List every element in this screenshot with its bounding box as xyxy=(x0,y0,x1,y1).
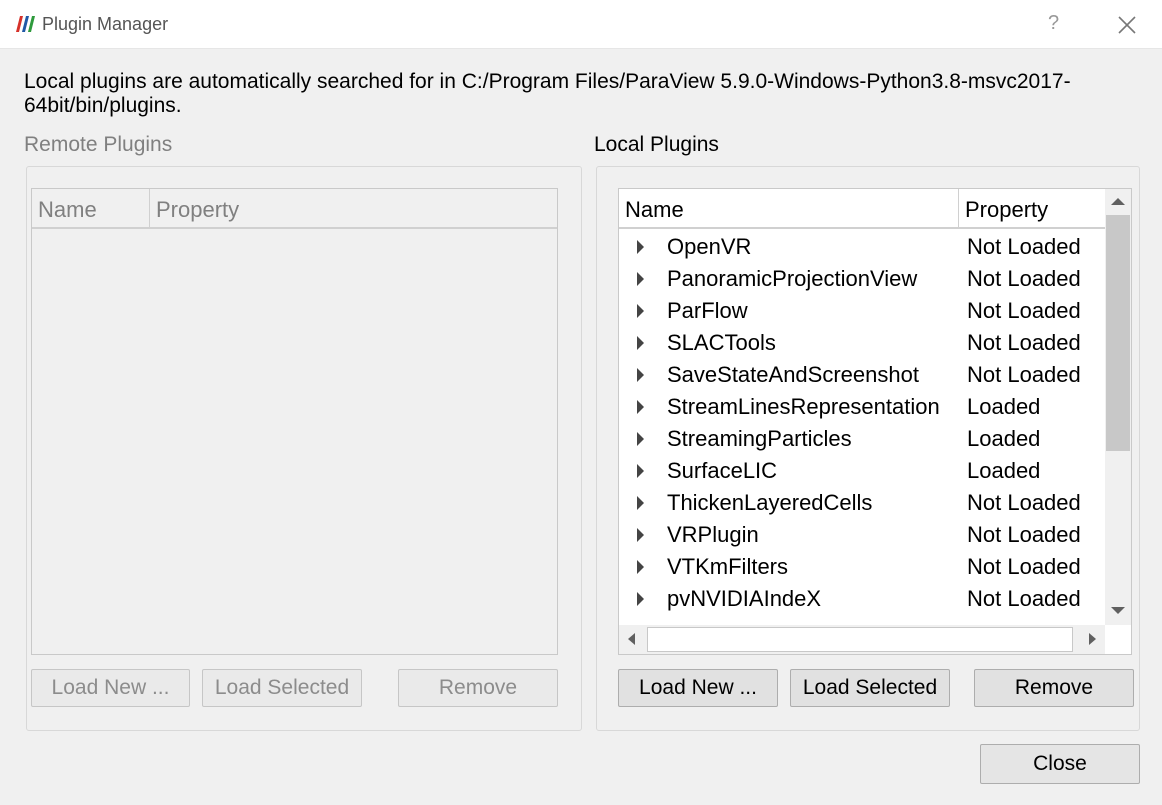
plugin-name: ThickenLayeredCells xyxy=(667,490,873,515)
remote-load-selected-button[interactable]: Load Selected xyxy=(202,669,362,707)
local-remove-button[interactable]: Remove xyxy=(974,669,1134,707)
expand-arrow-icon[interactable] xyxy=(637,304,644,318)
local-column-name[interactable]: Name xyxy=(619,189,958,227)
table-row[interactable]: StreamingParticles Loaded xyxy=(619,423,1105,455)
expand-arrow-icon[interactable] xyxy=(637,400,644,414)
table-row[interactable]: StreamLinesRepresentation Loaded xyxy=(619,391,1105,423)
local-plugins-tree[interactable]: Name Property OpenVR Not Loaded PanoramicP… xyxy=(618,188,1132,655)
remote-tree-header: Name Property xyxy=(32,189,557,229)
remote-column-property[interactable]: Property xyxy=(150,189,550,227)
expand-arrow-icon[interactable] xyxy=(637,240,644,254)
table-row[interactable]: ParFlow Not Loaded xyxy=(619,295,1105,327)
expand-arrow-icon[interactable] xyxy=(637,432,644,446)
window-title: Plugin Manager xyxy=(42,14,169,34)
remote-column-name[interactable]: Name xyxy=(32,189,149,227)
local-load-new-button[interactable]: Load New ... xyxy=(618,669,778,707)
plugin-status: Not Loaded xyxy=(967,298,1081,323)
remote-plugins-group: Name Property Load New ... Load Selected… xyxy=(26,166,582,731)
scroll-up-icon[interactable] xyxy=(1105,189,1131,215)
table-row[interactable]: PanoramicProjectionView Not Loaded xyxy=(619,263,1105,295)
remote-plugins-label: Remote Plugins xyxy=(24,133,173,156)
vertical-scroll-thumb[interactable] xyxy=(1106,215,1130,451)
title-bar: Plugin Manager ? xyxy=(0,0,1162,49)
local-plugins-group: Name Property OpenVR Not Loaded PanoramicP… xyxy=(596,166,1140,731)
plugin-status: Not Loaded xyxy=(967,490,1081,515)
table-row[interactable]: OpenVR Not Loaded xyxy=(619,231,1105,263)
expand-arrow-icon[interactable] xyxy=(637,528,644,542)
plugin-status: Not Loaded xyxy=(967,330,1081,355)
scroll-right-icon[interactable] xyxy=(1079,625,1105,654)
plugin-name: ParFlow xyxy=(667,298,748,323)
plugin-name: PanoramicProjectionView xyxy=(667,266,918,291)
plugin-name: VTKmFilters xyxy=(667,554,788,579)
local-load-selected-button[interactable]: Load Selected xyxy=(790,669,950,707)
vertical-scrollbar[interactable] xyxy=(1105,189,1131,625)
plugin-status: Not Loaded xyxy=(967,586,1081,611)
table-row[interactable]: SaveStateAndScreenshot Not Loaded xyxy=(619,359,1105,391)
remote-load-new-button[interactable]: Load New ... xyxy=(31,669,190,707)
remote-plugins-tree[interactable]: Name Property xyxy=(31,188,558,655)
local-tree-header: Name Property xyxy=(619,189,1105,229)
expand-arrow-icon[interactable] xyxy=(637,272,644,286)
expand-arrow-icon[interactable] xyxy=(637,592,644,606)
plugin-status: Loaded xyxy=(967,426,1041,451)
expand-arrow-icon[interactable] xyxy=(637,368,644,382)
plugin-status: Not Loaded xyxy=(967,234,1081,259)
close-button[interactable]: Close xyxy=(980,744,1140,784)
table-row[interactable]: VRPlugin Not Loaded xyxy=(619,519,1105,551)
info-text: Local plugins are automatically searched… xyxy=(24,70,1071,117)
expand-arrow-icon[interactable] xyxy=(637,464,644,478)
table-row[interactable]: pvNVIDIAIndeX Not Loaded xyxy=(619,583,1105,615)
table-row[interactable]: SLACTools Not Loaded xyxy=(619,327,1105,359)
remote-remove-button[interactable]: Remove xyxy=(398,669,558,707)
plugin-name: VRPlugin xyxy=(667,522,759,547)
plugin-status: Not Loaded xyxy=(967,522,1081,547)
plugin-name: SaveStateAndScreenshot xyxy=(667,362,919,387)
plugin-status: Loaded xyxy=(967,394,1041,419)
plugin-name: StreamLinesRepresentation xyxy=(667,394,940,419)
help-button[interactable]: ? xyxy=(1048,12,1059,35)
plugin-name: OpenVR xyxy=(667,234,752,259)
plugin-status: Not Loaded xyxy=(967,266,1081,291)
plugin-status: Not Loaded xyxy=(967,554,1081,579)
local-plugins-label: Local Plugins xyxy=(594,133,719,156)
table-row[interactable]: VTKmFilters Not Loaded xyxy=(619,551,1105,583)
scroll-left-icon[interactable] xyxy=(619,625,645,654)
local-column-property[interactable]: Property xyxy=(959,189,1105,227)
table-row[interactable]: SurfaceLIC Loaded xyxy=(619,455,1105,487)
plugin-name: StreamingParticles xyxy=(667,426,852,451)
scroll-down-icon[interactable] xyxy=(1105,597,1131,623)
table-row[interactable]: ThickenLayeredCells Not Loaded xyxy=(619,487,1105,519)
horizontal-scrollbar[interactable] xyxy=(619,625,1105,654)
close-icon[interactable] xyxy=(1116,11,1138,37)
expand-arrow-icon[interactable] xyxy=(637,560,644,574)
plugin-status: Loaded xyxy=(967,458,1041,483)
expand-arrow-icon[interactable] xyxy=(637,336,644,350)
horizontal-scroll-thumb[interactable] xyxy=(647,627,1073,652)
plugin-name: pvNVIDIAIndeX xyxy=(667,586,822,611)
plugin-status: Not Loaded xyxy=(967,362,1081,387)
plugin-name: SLACTools xyxy=(667,330,776,355)
plugin-name: SurfaceLIC xyxy=(667,458,778,483)
paraview-logo-icon xyxy=(16,16,35,32)
expand-arrow-icon[interactable] xyxy=(637,496,644,510)
